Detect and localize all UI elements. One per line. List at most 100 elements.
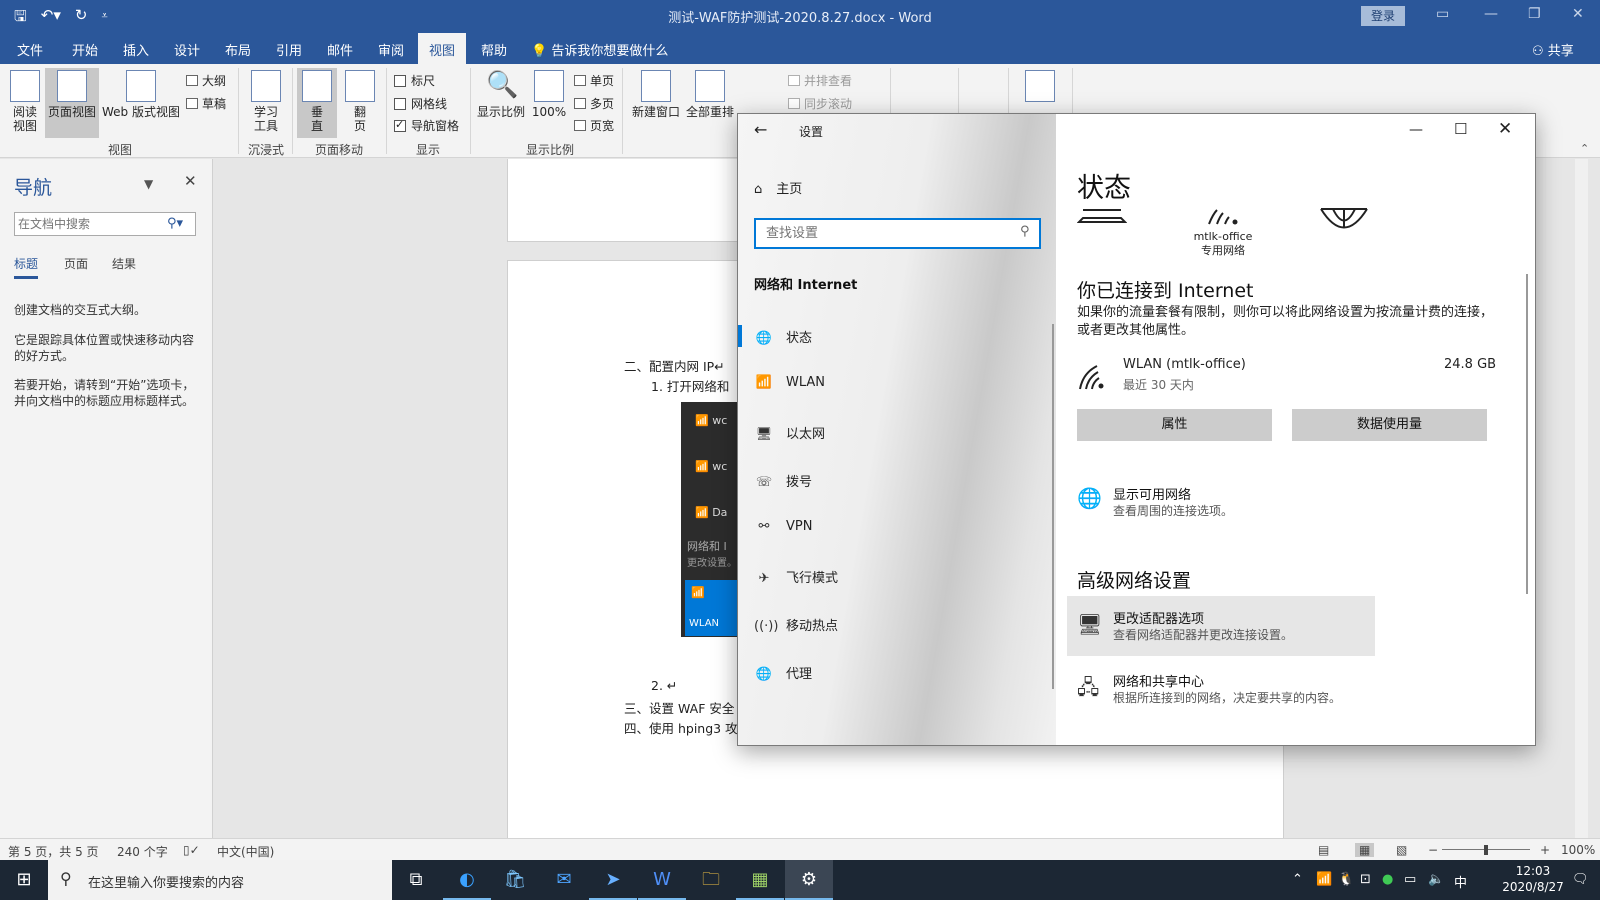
taskbar-clock[interactable]: 12:03 2020/8/27	[1493, 863, 1573, 895]
battery-icon[interactable]: ▭	[1404, 872, 1416, 887]
tab-file[interactable]: 文件	[17, 40, 43, 59]
share-button[interactable]: ⚇ 共享	[1532, 40, 1574, 59]
arrange-all-button[interactable]: 全部重排	[684, 70, 736, 119]
search-icon[interactable]: ⚲	[1020, 224, 1030, 239]
chevron-up-icon[interactable]: ⌃	[1292, 872, 1303, 887]
minimize-icon[interactable]: —	[1409, 122, 1423, 138]
settings-search-input[interactable]	[754, 218, 1041, 249]
taskbar-search-box[interactable]: ⚲ 在这里输入你要搜索的内容	[48, 860, 392, 900]
zoom-100-button[interactable]: 100%	[531, 70, 567, 119]
settings-nav-proxy[interactable]: 🌐 代理	[754, 663, 812, 682]
tray-app-icon[interactable]: ⊡	[1360, 872, 1371, 887]
view-side-by-side-button[interactable]: 并排查看	[788, 72, 852, 89]
new-window-button[interactable]: 新建窗口	[630, 70, 682, 119]
settings-nav-wlan[interactable]: 📶 WLAN	[754, 375, 825, 390]
learning-tools-button[interactable]: 学习 工具	[248, 70, 284, 133]
restore-icon[interactable]: ❐	[1528, 6, 1541, 22]
multiple-pages-button[interactable]: 多页	[574, 95, 614, 112]
word-app-icon[interactable]: W	[638, 860, 686, 900]
wifi-icon[interactable]: 📶	[1316, 872, 1332, 887]
close-icon[interactable]: ✕	[1572, 6, 1584, 22]
sign-in-button[interactable]: 登录	[1361, 6, 1405, 26]
data-usage-button[interactable]: 数据使用量	[1292, 409, 1487, 441]
search-icon[interactable]: ⚲▾	[167, 216, 183, 231]
ribbon-display-icon[interactable]: ▭	[1436, 6, 1449, 22]
mail-icon[interactable]: ✉	[540, 860, 588, 900]
file-explorer-icon[interactable]: 🗀	[687, 860, 735, 900]
side-to-side-button[interactable]: 翻 页	[342, 70, 378, 133]
properties-button[interactable]	[1018, 70, 1062, 105]
tab-help[interactable]: 帮助	[481, 40, 507, 59]
show-available-networks-link[interactable]: 🌐 显示可用网络 查看周围的连接选项。	[1077, 484, 1517, 524]
vertical-button[interactable]: 垂 直	[297, 68, 337, 138]
windows-start-icon[interactable]: ⊞	[0, 860, 48, 900]
proofing-icon[interactable]: ▯✓	[183, 843, 200, 857]
web-layout-icon[interactable]: ▧	[1396, 843, 1407, 857]
tab-mailings[interactable]: 邮件	[327, 40, 353, 59]
tell-me-box[interactable]: 💡 告诉我你想要做什么	[531, 40, 668, 59]
settings-nav-hotspot[interactable]: ((·)) 移动热点	[754, 615, 838, 634]
store-icon[interactable]: 🛍	[491, 860, 539, 900]
gridlines-checkbox[interactable]: 网格线	[394, 95, 447, 112]
ruler-checkbox[interactable]: 标尺	[394, 72, 435, 89]
task-view-icon[interactable]: ⧉	[392, 860, 440, 900]
word-count[interactable]: 240 个字	[117, 843, 168, 860]
properties-button[interactable]: 属性	[1077, 409, 1272, 441]
language-indicator[interactable]: 中文(中国)	[217, 843, 274, 860]
notification-icon[interactable]: 🗨	[1572, 872, 1589, 887]
settings-nav-airplane[interactable]: ✈ 飞行模式	[754, 567, 838, 586]
tab-references[interactable]: 引用	[276, 40, 302, 59]
tab-design[interactable]: 设计	[174, 40, 200, 59]
nav-pane-checkbox[interactable]: 导航窗格	[394, 117, 459, 134]
edge-browser-icon[interactable]: ◐	[443, 860, 491, 900]
print-layout-button[interactable]: 页面视图	[45, 68, 99, 138]
page-count[interactable]: 第 5 页，共 5 页	[8, 843, 99, 860]
settings-app-icon[interactable]: ⚙	[785, 860, 833, 900]
embedded-screenshot[interactable]: 📶 wc 📶 wc 📶 Da 网络和 I 更改设置。 📶 WLAN	[681, 402, 741, 637]
draft-button[interactable]: 草稿	[186, 95, 226, 112]
settings-home-link[interactable]: ⌂ 主页	[754, 178, 802, 197]
close-icon[interactable]: ✕	[184, 172, 197, 190]
vertical-scrollbar[interactable]	[1575, 159, 1588, 838]
network-sharing-center-link[interactable]: 🖧 网络和共享中心 根据所连接到的网络，决定要共享的内容。	[1077, 671, 1517, 711]
zoom-button[interactable]: 🔍 显示比例	[475, 70, 527, 119]
close-icon[interactable]: ✕	[1498, 119, 1512, 139]
tab-home[interactable]: 开始	[72, 40, 98, 59]
page-width-button[interactable]: 页宽	[574, 117, 614, 134]
ime-indicator[interactable]: 中	[1454, 872, 1467, 891]
zoom-level[interactable]: 100%	[1561, 843, 1595, 857]
zoom-out-icon[interactable]: −	[1428, 843, 1438, 857]
chevron-down-icon[interactable]: ▼	[144, 177, 153, 191]
maximize-icon[interactable]: ☐	[1454, 120, 1467, 138]
feishu-app-icon[interactable]: ➤	[589, 860, 637, 900]
nav-tab-headings[interactable]: 标题	[14, 255, 39, 279]
read-mode-icon[interactable]: ▤	[1318, 843, 1329, 857]
settings-nav-dialup[interactable]: ☏ 拨号	[754, 471, 812, 490]
tab-layout[interactable]: 布局	[225, 40, 251, 59]
zoom-slider-thumb[interactable]	[1484, 845, 1488, 855]
volume-icon[interactable]: 🔈	[1428, 872, 1444, 887]
nav-tab-pages[interactable]: 页面	[64, 255, 88, 272]
tab-view[interactable]: 视图	[418, 33, 467, 64]
qq-icon[interactable]: 🐧	[1338, 872, 1354, 887]
content-scrollbar[interactable]	[1526, 274, 1528, 594]
one-page-button[interactable]: 单页	[574, 72, 614, 89]
print-layout-icon[interactable]: ▦	[1355, 843, 1375, 857]
tab-insert[interactable]: 插入	[123, 40, 149, 59]
web-layout-button[interactable]: Web 版式视图	[100, 70, 182, 119]
settings-nav-ethernet[interactable]: 🖥 以太网	[754, 423, 825, 442]
outline-button[interactable]: 大纲	[186, 72, 226, 89]
back-arrow-icon[interactable]: ←	[754, 120, 767, 139]
collapse-ribbon-icon[interactable]: ⌃	[1580, 142, 1589, 155]
settings-nav-status[interactable]: 🌐 状态	[754, 327, 812, 346]
read-mode-button[interactable]: 阅读 视图	[8, 70, 42, 133]
sidebar-scrollbar[interactable]	[1052, 324, 1054, 689]
tab-review[interactable]: 审阅	[378, 40, 404, 59]
sync-scroll-button[interactable]: 同步滚动	[788, 95, 852, 112]
network-app-icon[interactable]: ▦	[736, 860, 784, 900]
zoom-in-icon[interactable]: +	[1540, 843, 1550, 857]
change-adapter-options-link[interactable]: 🖥 更改适配器选项 查看网络适配器并更改连接设置。	[1067, 596, 1375, 656]
wechat-icon[interactable]: ●	[1382, 872, 1393, 887]
nav-tab-results[interactable]: 结果	[112, 255, 136, 272]
minimize-icon[interactable]: —	[1484, 6, 1498, 22]
